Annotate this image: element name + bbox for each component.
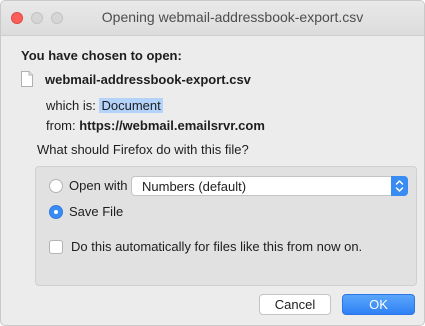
- close-window-button[interactable]: [11, 12, 23, 24]
- document-file-icon: [21, 71, 33, 87]
- chevron-up-down-icon: [391, 176, 408, 196]
- title-bar[interactable]: Opening webmail-addressbook-export.csv: [1, 1, 424, 36]
- auto-action-checkbox[interactable]: [49, 240, 63, 254]
- cancel-button[interactable]: Cancel: [259, 294, 331, 315]
- file-source-url: https://webmail.emailsrvr.com: [79, 118, 265, 133]
- action-options-panel: Open with Numbers (default) Save File Do…: [35, 166, 417, 286]
- open-with-app-value: Numbers (default): [142, 179, 247, 194]
- ok-button[interactable]: OK: [342, 294, 415, 315]
- file-type-label: which is:: [46, 98, 100, 113]
- action-question: What should Firefox do with this file?: [37, 142, 249, 157]
- open-with-app-select[interactable]: Numbers (default): [131, 176, 408, 196]
- file-source-label: from:: [46, 118, 80, 133]
- download-dialog: Opening webmail-addressbook-export.csv Y…: [0, 0, 425, 326]
- file-source-line: from: https://webmail.emailsrvr.com: [46, 118, 265, 133]
- save-file-radio[interactable]: [49, 205, 63, 219]
- open-with-label[interactable]: Open with: [69, 178, 128, 193]
- file-type-line: which is: Document: [46, 98, 163, 113]
- window-title: Opening webmail-addressbook-export.csv: [101, 9, 364, 25]
- file-name: webmail-addressbook-export.csv: [45, 72, 251, 87]
- minimize-window-button: [31, 12, 43, 24]
- auto-action-label[interactable]: Do this automatically for files like thi…: [71, 239, 362, 254]
- open-with-radio[interactable]: [49, 179, 63, 193]
- file-type-value: Document: [99, 98, 163, 113]
- save-file-label[interactable]: Save File: [69, 204, 123, 219]
- dialog-heading: You have chosen to open:: [21, 48, 182, 63]
